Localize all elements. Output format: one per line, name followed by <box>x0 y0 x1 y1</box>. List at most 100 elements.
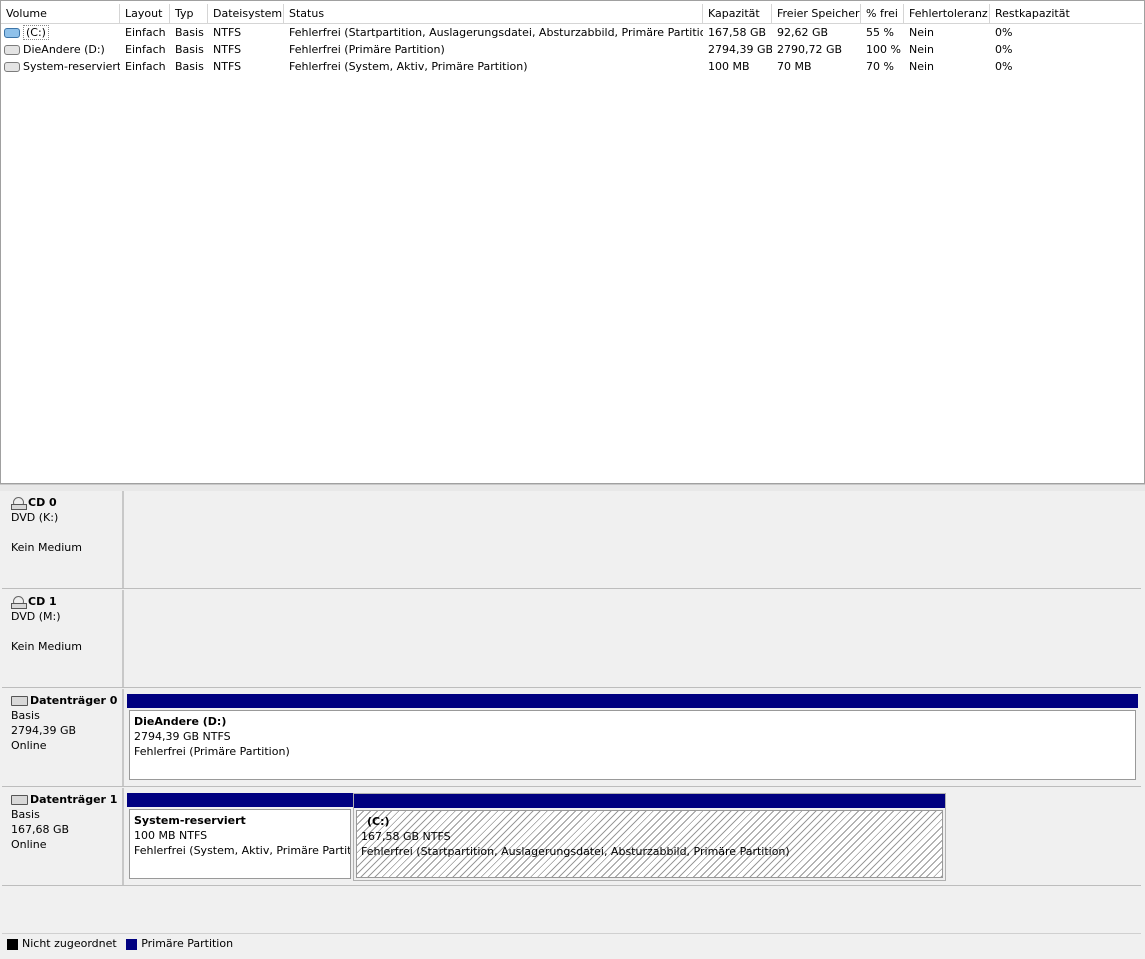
column-header-layout[interactable]: Layout <box>120 4 170 23</box>
disk-size: 167,68 GB <box>11 823 70 836</box>
layout-cell: Einfach <box>125 60 166 73</box>
disk-row-cd0[interactable]: CD 0 DVD (K:) Kein Medium <box>2 491 1141 589</box>
disk-title: Datenträger 1 <box>30 793 118 806</box>
volume-gray-icon <box>4 45 20 55</box>
free-cell: 92,62 GB <box>777 26 829 39</box>
partition-body: DieAndere (D:) 2794,39 GB NTFS Fehlerfre… <box>129 710 1136 780</box>
disk-title: Datenträger 0 <box>30 694 118 707</box>
column-header-status[interactable]: Status <box>284 4 703 23</box>
disk-row-cd1[interactable]: CD 1 DVD (M:) Kein Medium <box>2 590 1141 688</box>
disk-row-disk0[interactable]: Datenträger 0 Basis 2794,39 GB Online Di… <box>2 689 1141 787</box>
typ-cell: Basis <box>175 43 204 56</box>
disk-area-cd1 <box>126 590 1141 687</box>
disk-state: Online <box>11 838 47 851</box>
partition-c[interactable]: (C:) 167,58 GB NTFS Fehlerfrei (Startpar… <box>353 793 946 881</box>
overhead-cell: 0% <box>995 60 1013 73</box>
disk-row-disk1[interactable]: Datenträger 1 Basis 167,68 GB Online Sys… <box>2 788 1141 886</box>
hard-disk-icon <box>11 795 28 805</box>
disk-title: CD 1 <box>28 595 57 608</box>
hard-disk-icon <box>11 696 28 706</box>
legend-label-unallocated: Nicht zugeordnet <box>22 937 117 950</box>
fs-cell: NTFS <box>213 26 242 39</box>
capacity-cell: 2794,39 GB <box>708 43 772 56</box>
partition-body-selected: (C:) 167,58 GB NTFS Fehlerfrei (Startpar… <box>356 810 943 878</box>
disk-size: 2794,39 GB <box>11 724 77 737</box>
column-header-typ[interactable]: Typ <box>170 4 208 23</box>
partition-status: Fehlerfrei (System, Aktiv, Primäre Parti… <box>134 844 351 857</box>
fault-tolerance-cell: Nein <box>909 43 935 56</box>
table-row[interactable]: System-reserviert Einfach Basis NTFS Feh… <box>1 58 1142 75</box>
fault-tolerance-cell: Nein <box>909 26 935 39</box>
column-header-restkapazitaet[interactable]: Restkapazität <box>990 4 1142 23</box>
overhead-cell: 0% <box>995 26 1013 39</box>
volume-name: System-reserviert <box>23 60 120 73</box>
disk-label-disk1[interactable]: Datenträger 1 Basis 167,68 GB Online <box>2 788 124 885</box>
status-cell: Fehlerfrei (Startpartition, Auslagerungs… <box>289 26 703 39</box>
column-header-kapazitaet[interactable]: Kapazität <box>703 4 772 23</box>
disk-drive-letter: DVD (M:) <box>11 610 61 623</box>
disk-media-status: Kein Medium <box>11 541 82 554</box>
partition-status: Fehlerfrei (Startpartition, Auslagerungs… <box>361 845 790 858</box>
percent-free-cell: 100 % <box>866 43 901 56</box>
disk-drive-letter: DVD (K:) <box>11 511 59 524</box>
partition-body: System-reserviert 100 MB NTFS Fehlerfrei… <box>129 809 351 879</box>
volume-cell: System-reserviert <box>1 58 120 75</box>
disk-type: Basis <box>11 709 40 722</box>
volume-cell: DieAndere (D:) <box>1 41 120 58</box>
partition-name: System-reserviert <box>134 814 246 827</box>
status-cell: Fehlerfrei (System, Aktiv, Primäre Parti… <box>289 60 528 73</box>
partition-name: (C:) <box>367 815 390 828</box>
pane-splitter[interactable] <box>0 484 1145 491</box>
volume-cell: (C:) <box>1 24 120 41</box>
typ-cell: Basis <box>175 60 204 73</box>
legend-label-primary: Primäre Partition <box>141 937 234 950</box>
free-cell: 2790,72 GB <box>777 43 843 56</box>
partition-name: DieAndere (D:) <box>134 715 227 728</box>
volume-gray-icon <box>4 62 20 72</box>
volume-blue-icon <box>4 28 20 38</box>
partition-size: 2794,39 GB NTFS <box>134 730 231 743</box>
partition-size: 100 MB NTFS <box>134 829 208 842</box>
cd-drive-icon <box>11 596 27 609</box>
disk-label-disk0[interactable]: Datenträger 0 Basis 2794,39 GB Online <box>2 689 124 786</box>
primary-partition-swatch <box>126 938 138 950</box>
partition-size: 167,58 GB NTFS <box>361 830 451 843</box>
column-header-volume[interactable]: Volume <box>1 4 120 23</box>
disk-area-disk0: DieAndere (D:) 2794,39 GB NTFS Fehlerfre… <box>126 689 1141 786</box>
volume-list[interactable]: Volume Layout Typ Dateisystem Status Kap… <box>0 0 1145 484</box>
volume-list-header: Volume Layout Typ Dateisystem Status Kap… <box>1 4 1142 24</box>
partition-system-reserved[interactable]: System-reserviert 100 MB NTFS Fehlerfrei… <box>127 793 353 881</box>
layout-cell: Einfach <box>125 43 166 56</box>
disk-type: Basis <box>11 808 40 821</box>
percent-free-cell: 70 % <box>866 60 894 73</box>
column-header-prozent-frei[interactable]: % frei <box>861 4 904 23</box>
fs-cell: NTFS <box>213 60 242 73</box>
unallocated-swatch <box>7 938 18 950</box>
partition-d[interactable]: DieAndere (D:) 2794,39 GB NTFS Fehlerfre… <box>127 694 1138 782</box>
status-cell: Fehlerfrei (Primäre Partition) <box>289 43 445 56</box>
disk-label-cd1[interactable]: CD 1 DVD (M:) Kein Medium <box>2 590 124 687</box>
partition-bar <box>127 793 353 807</box>
partition-bar <box>127 694 1138 708</box>
column-header-fehlertoleranz[interactable]: Fehlertoleranz <box>904 4 990 23</box>
capacity-cell: 100 MB <box>708 60 750 73</box>
column-header-dateisystem[interactable]: Dateisystem <box>208 4 284 23</box>
volume-name: DieAndere (D:) <box>23 43 105 56</box>
free-cell: 70 MB <box>777 60 812 73</box>
column-header-freier-speicher[interactable]: Freier Speicher <box>772 4 861 23</box>
partition-status: Fehlerfrei (Primäre Partition) <box>134 745 290 758</box>
volume-name: (C:) <box>23 25 49 40</box>
overhead-cell: 0% <box>995 43 1013 56</box>
capacity-cell: 167,58 GB <box>708 26 767 39</box>
disk-label-cd0[interactable]: CD 0 DVD (K:) Kein Medium <box>2 491 124 588</box>
disk-title: CD 0 <box>28 496 57 509</box>
cd-drive-icon <box>11 497 27 510</box>
legend: Nicht zugeordnet Primäre Partition <box>2 933 1141 954</box>
table-row[interactable]: (C:) Einfach Basis NTFS Fehlerfrei (Star… <box>1 24 1142 41</box>
fault-tolerance-cell: Nein <box>909 60 935 73</box>
typ-cell: Basis <box>175 26 204 39</box>
table-row[interactable]: DieAndere (D:) Einfach Basis NTFS Fehler… <box>1 41 1142 58</box>
layout-cell: Einfach <box>125 26 166 39</box>
percent-free-cell: 55 % <box>866 26 894 39</box>
disk-area-disk1: System-reserviert 100 MB NTFS Fehlerfrei… <box>126 788 1141 885</box>
